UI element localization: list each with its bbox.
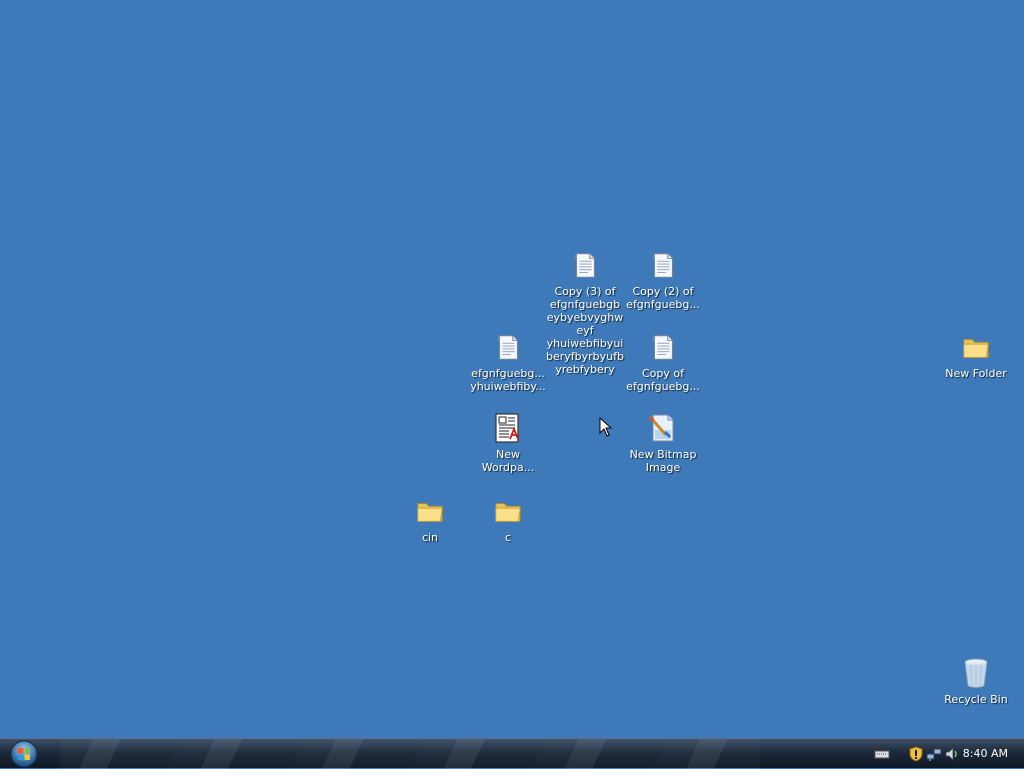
desktop-icon-wordpad[interactable]: New Wordpa... [468, 412, 548, 474]
desktop-icon-label: Copy (3) of efgnfguebgb eybyebvyghw eyf … [546, 285, 624, 376]
text-document-icon [492, 331, 524, 363]
text-document-icon [647, 249, 679, 281]
mouse-pointer-icon [599, 416, 613, 437]
desktop-icon-efgn-text[interactable]: efgnfguebg... yhuiwebfiby... [468, 331, 548, 393]
wordpad-document-icon [492, 412, 524, 444]
desktop-icon-copy1-text[interactable]: Copy of efgnfguebg... [623, 331, 703, 393]
desktop-icon-new-folder[interactable]: New Folder [936, 331, 1016, 380]
taskbar-clock[interactable]: 8:40 AM [963, 747, 1008, 760]
folder-icon [414, 495, 446, 527]
recycle-bin-icon [960, 657, 992, 689]
taskbar: 8:40 AM [0, 738, 1024, 769]
desktop-icon-label: New Folder [945, 367, 1007, 380]
security-shield-icon[interactable] [908, 746, 924, 762]
volume-icon[interactable] [944, 746, 960, 762]
desktop-icon-label: c [504, 531, 512, 544]
desktop-icon-label: efgnfguebg... yhuiwebfiby... [470, 367, 546, 393]
text-document-icon [569, 249, 601, 281]
desktop-icon-copy2-text[interactable]: Copy (2) of efgnfguebg... [623, 249, 703, 311]
desktop-icon-label: New Wordpa... [481, 448, 535, 474]
bitmap-image-icon [647, 412, 679, 444]
desktop-icon-label: Copy of efgnfguebg... [626, 367, 700, 393]
desktop-icon-folder-c[interactable]: c [468, 495, 548, 544]
text-document-icon [647, 331, 679, 363]
desktop-icon-label: New Bitmap Image [629, 448, 697, 474]
desktop-icon-label: Recycle Bin [944, 693, 1008, 706]
keyboard-icon[interactable] [874, 746, 890, 762]
desktop-icon-label: Copy (2) of efgnfguebg... [626, 285, 700, 311]
start-button[interactable] [9, 740, 39, 768]
windows-start-orb-icon [10, 740, 38, 768]
desktop-icon-folder-cin[interactable]: cin [390, 495, 470, 544]
desktop-icon-recycle-bin[interactable]: Recycle Bin [936, 657, 1016, 706]
folder-icon [960, 331, 992, 363]
desktop[interactable]: Copy (3) of efgnfguebgb eybyebvyghw eyf … [0, 0, 1024, 738]
desktop-icon-copy3-text[interactable]: Copy (3) of efgnfguebgb eybyebvyghw eyf … [545, 249, 625, 376]
desktop-icon-label: cin [421, 531, 439, 544]
folder-icon [492, 495, 524, 527]
system-tray: 8:40 AM [864, 739, 1024, 769]
desktop-icon-bitmap[interactable]: New Bitmap Image [623, 412, 703, 474]
network-icon[interactable] [926, 746, 942, 762]
